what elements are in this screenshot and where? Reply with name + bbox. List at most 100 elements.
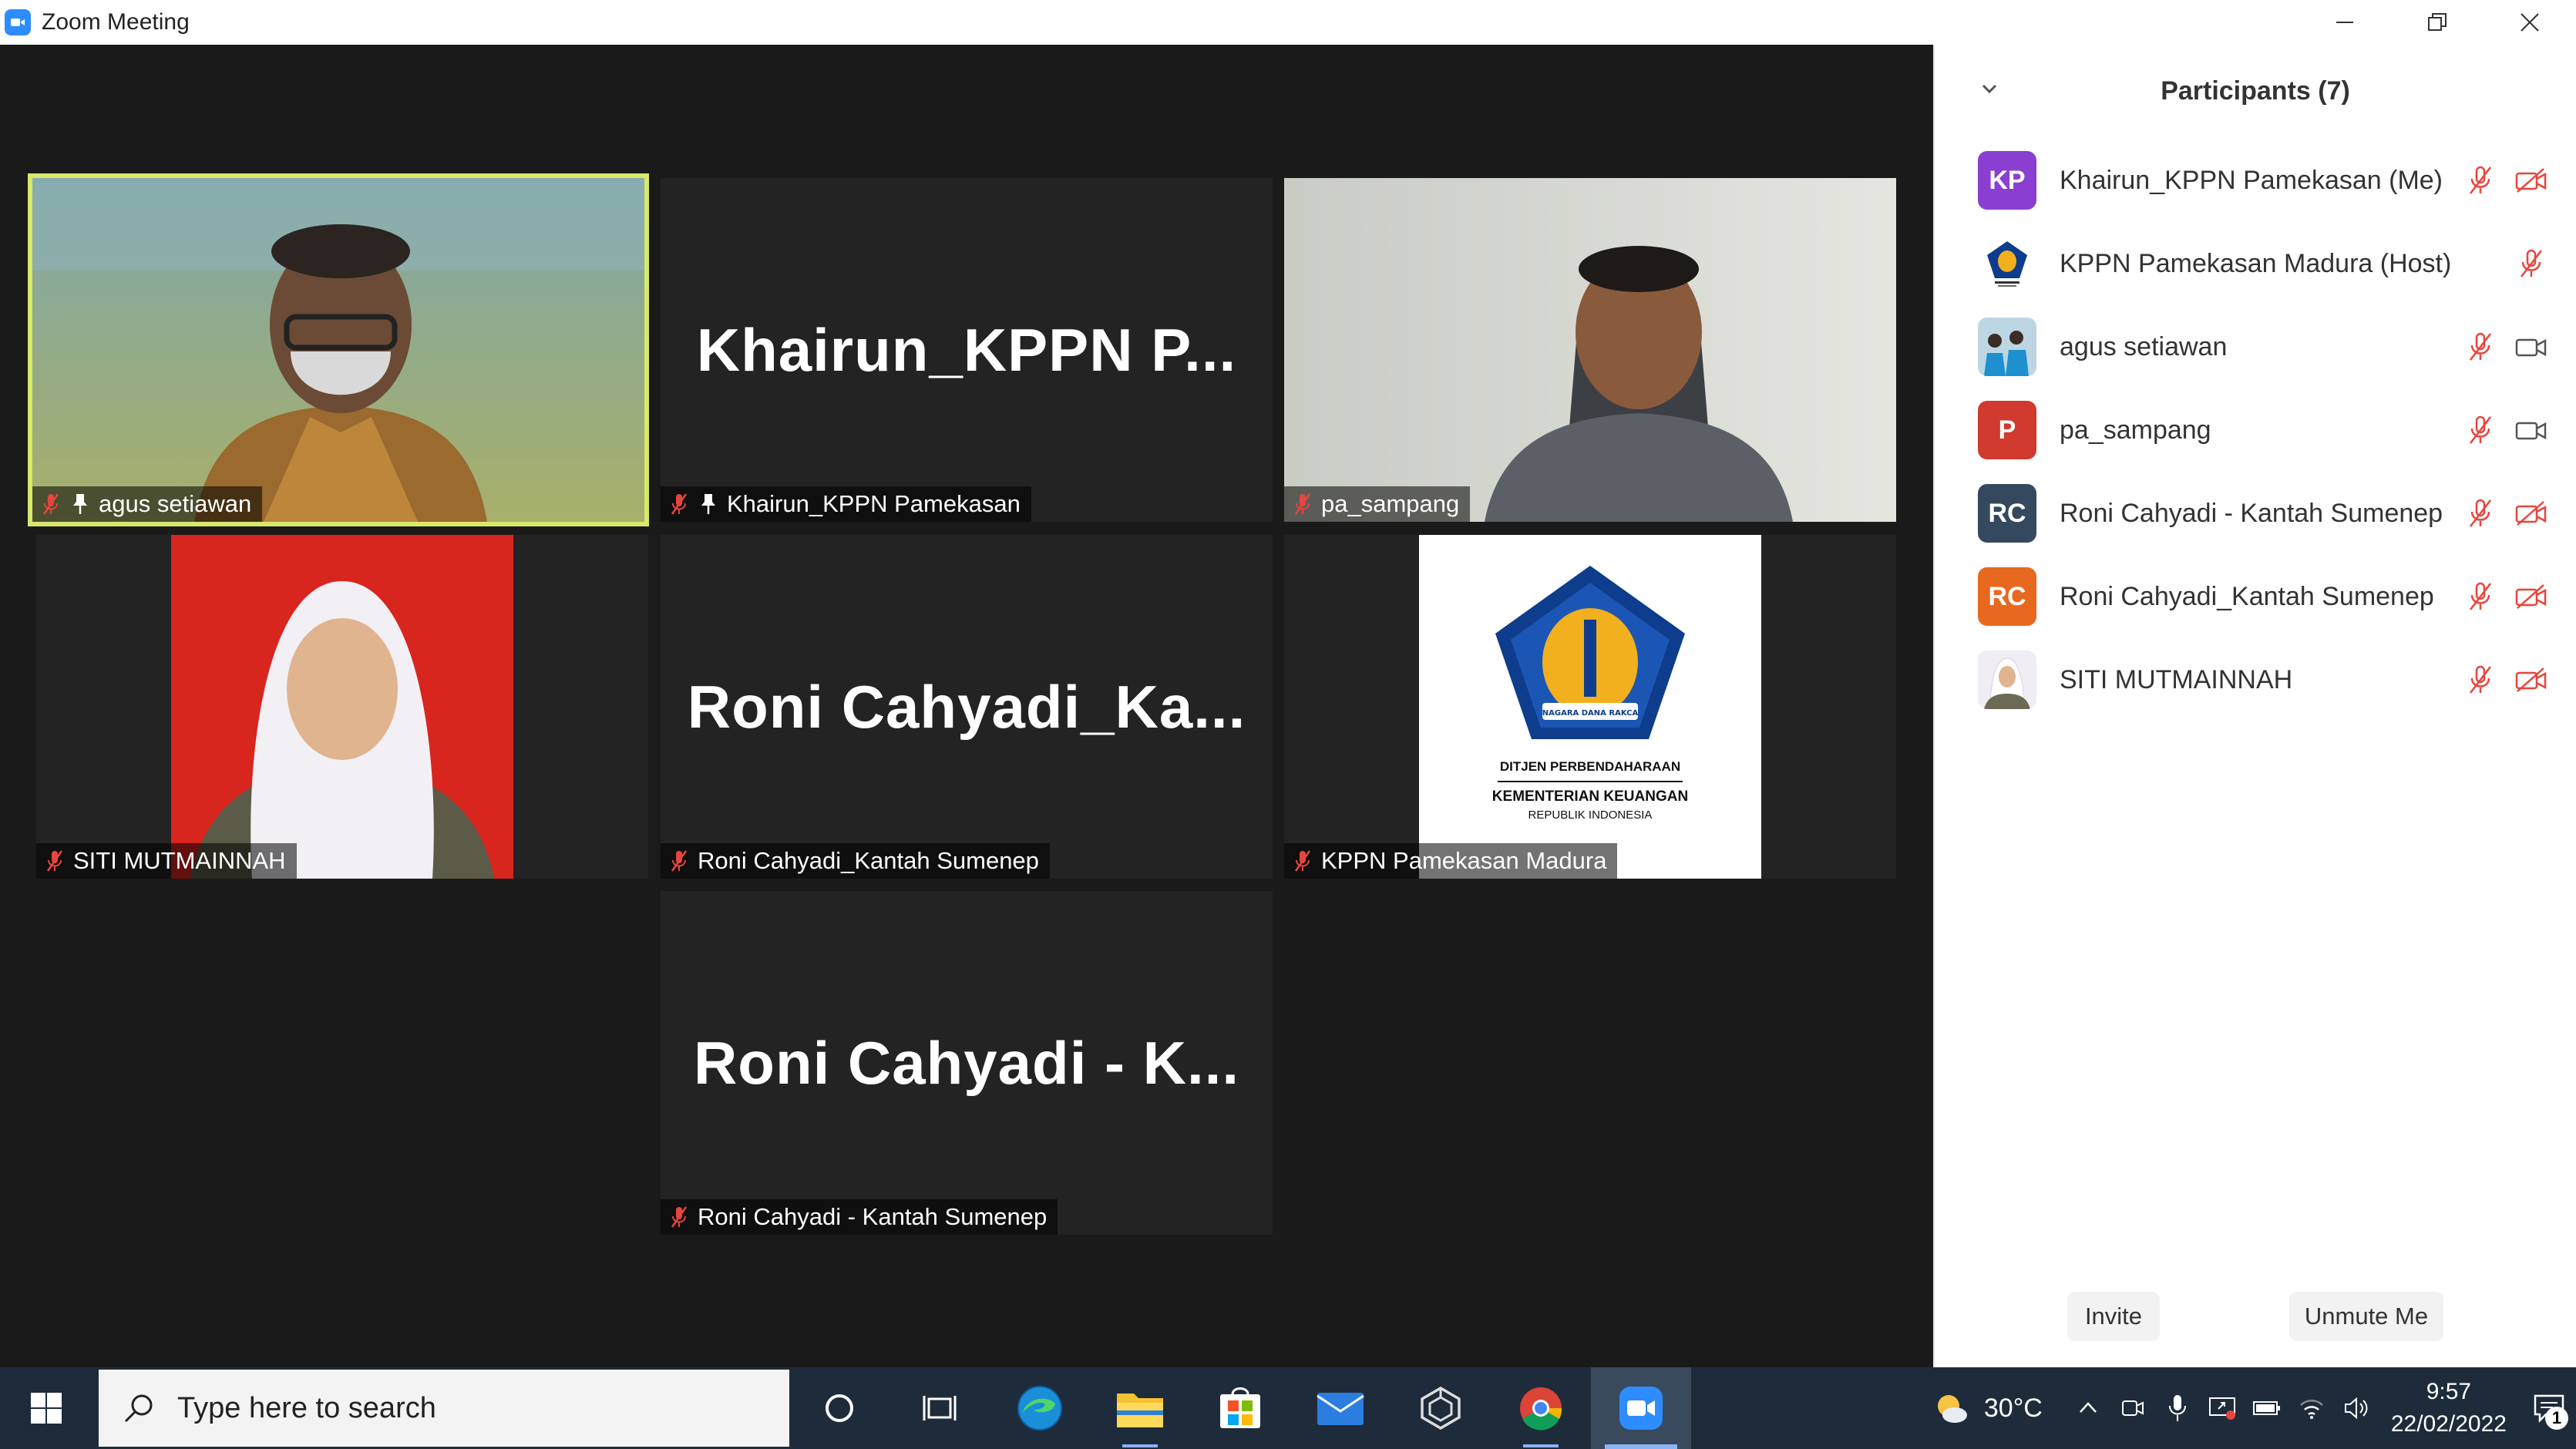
- participants-header: Participants (7): [1935, 45, 2576, 137]
- participant-video: [32, 178, 644, 522]
- mic-muted-icon: [1292, 493, 1313, 516]
- mic-muted-icon: [668, 493, 690, 516]
- video-off-icon[interactable]: [2514, 163, 2548, 197]
- taskbar-clock[interactable]: 9:57 22/02/2022: [2391, 1376, 2507, 1441]
- participant-name-placeholder: Khairun_KPPN P...: [696, 315, 1237, 384]
- invite-button[interactable]: Invite: [2067, 1292, 2160, 1341]
- tile-name-bar: Roni Cahyadi - Kantah Sumenep: [661, 1199, 1058, 1235]
- taskbar-chrome[interactable]: [1491, 1367, 1591, 1449]
- title-bar: Zoom Meeting: [0, 0, 1933, 45]
- video-tile-pa-sampang[interactable]: pa_sampang: [1284, 178, 1896, 522]
- avatar: KP: [1978, 151, 2036, 210]
- mail-icon: [1317, 1393, 1364, 1425]
- mic-muted-icon: [40, 493, 62, 516]
- video-tile-agus-setiawan[interactable]: agus setiawan: [28, 173, 649, 526]
- folder-icon: [1117, 1394, 1163, 1427]
- taskbar-search-box[interactable]: Type here to search: [99, 1370, 789, 1447]
- mic-muted-icon[interactable]: [2463, 496, 2497, 530]
- taskbar-edge[interactable]: [990, 1367, 1090, 1449]
- show-hidden-icons-button[interactable]: [2066, 1397, 2110, 1420]
- kemenkeu-logo-card: NAGARA DANA RAKCA DITJEN PERBENDAHARAAN …: [1419, 535, 1761, 879]
- mic-muted-icon[interactable]: [2463, 663, 2497, 697]
- tile-name: Roni Cahyadi_Kantah Sumenep: [698, 847, 1039, 874]
- windows-taskbar: Type here to search 30°C 9:57 22/02/2022…: [0, 1367, 2576, 1449]
- chrome-icon: [1520, 1387, 1562, 1431]
- battery-icon: [2252, 1401, 2280, 1415]
- video-tile-siti-mutmainnah[interactable]: SITI MUTMAINNAH: [36, 535, 648, 879]
- video-tile-kppn-pamekasan[interactable]: NAGARA DANA RAKCA DITJEN PERBENDAHARAAN …: [1284, 535, 1896, 879]
- weather-partly-cloudy-icon: [1937, 1395, 1967, 1423]
- taskbar-store[interactable]: [1190, 1367, 1290, 1449]
- participant-row[interactable]: RC Roni Cahyadi - Kantah Sumenep: [1978, 482, 2548, 544]
- tile-name: Khairun_KPPN Pamekasan: [727, 490, 1021, 517]
- video-tile-khairun[interactable]: Khairun_KPPN P... Khairun_KPPN Pamekasan: [661, 178, 1273, 522]
- close-button[interactable]: [2484, 0, 2576, 45]
- mic-muted-icon[interactable]: [2463, 163, 2497, 197]
- mic-muted-icon[interactable]: [2463, 330, 2497, 364]
- mic-muted-icon[interactable]: [2463, 580, 2497, 614]
- video-off-icon[interactable]: [2514, 580, 2548, 614]
- video-off-icon[interactable]: [2514, 496, 2548, 530]
- avatar: P: [1978, 401, 2036, 459]
- tray-screen-share[interactable]: [2200, 1395, 2245, 1421]
- video-tile-roni-cahyadi-dash[interactable]: Roni Cahyadi - K... Roni Cahyadi - Kanta…: [661, 891, 1273, 1235]
- unmute-me-button[interactable]: Unmute Me: [2289, 1292, 2443, 1341]
- taskbar-zoom[interactable]: [1591, 1367, 1691, 1449]
- participant-name: Khairun_KPPN Pamekasan (Me): [2060, 165, 2443, 195]
- task-view-button[interactable]: [889, 1367, 990, 1449]
- tray-volume[interactable]: [2334, 1396, 2379, 1420]
- chevron-down-icon[interactable]: [1978, 77, 2001, 100]
- notification-center-button[interactable]: 1: [2522, 1393, 2576, 1430]
- cortana-button[interactable]: [789, 1367, 889, 1449]
- participant-row[interactable]: RC Roni Cahyadi_Kantah Sumenep: [1978, 566, 2548, 627]
- restore-icon: [2428, 13, 2447, 31]
- system-tray: 30°C 9:57 22/02/2022 1: [1930, 1367, 2576, 1449]
- participant-name: Roni Cahyadi - Kantah Sumenep: [2060, 498, 2443, 528]
- avatar: RC: [1978, 567, 2036, 626]
- video-on-icon[interactable]: [2514, 330, 2548, 364]
- tray-meet-now[interactable]: [2110, 1395, 2155, 1421]
- participant-row[interactable]: P pa_sampang: [1978, 399, 2548, 461]
- start-button[interactable]: [0, 1367, 92, 1449]
- mic-muted-icon[interactable]: [2514, 247, 2548, 281]
- store-icon: [1220, 1387, 1260, 1428]
- chevron-up-icon: [2079, 1402, 2097, 1413]
- avatar: RC: [1978, 484, 2036, 543]
- pin-icon: [69, 493, 91, 516]
- search-placeholder: Type here to search: [177, 1391, 436, 1424]
- participant-row[interactable]: KP Khairun_KPPN Pamekasan (Me): [1978, 150, 2548, 211]
- close-icon: [2521, 13, 2539, 32]
- video-on-icon[interactable]: [2514, 413, 2548, 447]
- video-tile-roni-cahyadi-underscore[interactable]: Roni Cahyadi_Ka... Roni Cahyadi_Kantah S…: [661, 535, 1273, 879]
- tray-microphone[interactable]: [2155, 1394, 2200, 1423]
- taskbar-mail[interactable]: [1290, 1367, 1391, 1449]
- avatar: [1978, 651, 2036, 709]
- participant-name: KPPN Pamekasan Madura (Host): [2060, 248, 2452, 278]
- participant-name: SITI MUTMAINNAH: [2060, 664, 2293, 694]
- participant-name: Roni Cahyadi_Kantah Sumenep: [2060, 581, 2434, 611]
- minimize-button[interactable]: [2299, 0, 2391, 45]
- temperature: 30°C: [1983, 1393, 2043, 1423]
- profile-photo-icon: [1978, 651, 2036, 709]
- tray-network[interactable]: [2289, 1396, 2334, 1420]
- tray-battery[interactable]: [2245, 1397, 2289, 1420]
- zoom-app-icon: [1619, 1387, 1663, 1430]
- mic-muted-icon[interactable]: [2463, 413, 2497, 447]
- participant-name-placeholder: Roni Cahyadi - K...: [693, 1028, 1240, 1097]
- profile-photo-icon: [1978, 318, 2036, 376]
- tile-name-bar: pa_sampang: [1284, 486, 1471, 522]
- search-icon: [124, 1394, 153, 1423]
- taskbar-file-explorer[interactable]: [1090, 1367, 1190, 1449]
- video-off-icon[interactable]: [2514, 663, 2548, 697]
- participant-row[interactable]: KPPN Pamekasan Madura (Host): [1978, 233, 2548, 294]
- participant-row[interactable]: SITI MUTMAINNAH: [1978, 649, 2548, 711]
- tile-name: KPPN Pamekasan Madura: [1321, 847, 1607, 874]
- participant-row[interactable]: agus setiawan: [1978, 316, 2548, 378]
- kemenkeu-logo-icon: [1987, 241, 2027, 287]
- weather-widget[interactable]: 30°C: [1930, 1387, 2043, 1429]
- minimize-icon: [2336, 22, 2353, 23]
- participant-photo: [36, 535, 648, 879]
- taskbar-app-hex[interactable]: [1391, 1367, 1491, 1449]
- restore-button[interactable]: [2391, 0, 2484, 45]
- mic-muted-icon: [44, 849, 66, 872]
